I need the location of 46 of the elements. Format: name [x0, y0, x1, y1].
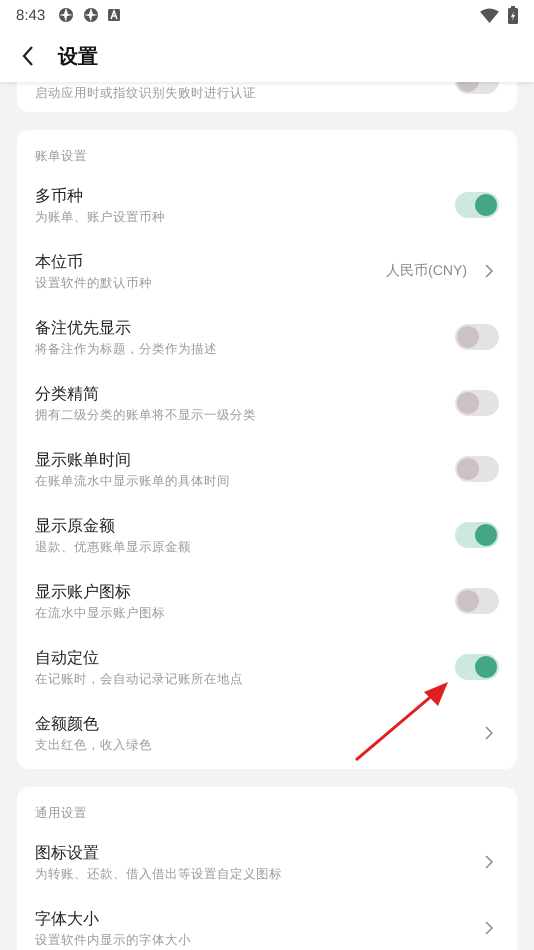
setting-title: 显示账单时间: [35, 449, 132, 471]
keyboard-notification-icon: [108, 9, 120, 21]
toggle-switch[interactable]: [455, 324, 499, 350]
setting-title: 自动定位: [35, 647, 100, 669]
chevron-right-icon: [485, 264, 493, 278]
toggle-switch[interactable]: [455, 456, 499, 482]
setting-title: 字体大小: [35, 908, 100, 930]
app-notification-icon: [83, 7, 100, 23]
chevron-right-icon: [485, 726, 493, 740]
status-time: 8:43: [16, 6, 46, 24]
setting-title: 多币种: [35, 185, 84, 207]
setting-description: 将备注作为标题，分类作为描述: [35, 340, 218, 358]
battery-charging-icon: [508, 6, 518, 24]
setting-title: 备注优先显示: [35, 317, 132, 339]
chevron-right-icon: [485, 921, 493, 935]
toggle-switch[interactable]: [455, 588, 499, 614]
section-label: 账单设置: [35, 147, 88, 165]
setting-description: 在流水中显示账户图标: [35, 604, 166, 622]
setting-description: 拥有二级分类的账单将不显示一级分类: [35, 406, 257, 424]
setting-description: 为转账、还款、借入借出等设置自定义图标: [35, 865, 283, 883]
back-icon[interactable]: [22, 46, 34, 66]
toggle-switch[interactable]: [455, 82, 499, 94]
toggle-switch[interactable]: [455, 522, 499, 548]
setting-description: 在账单流水中显示账单的具体时间: [35, 472, 231, 490]
setting-title: 本位币: [35, 251, 84, 273]
setting-description: 支出红色，收入绿色: [35, 736, 153, 754]
chevron-right-icon: [485, 855, 493, 869]
setting-description: 设置软件内显示的字体大小: [35, 931, 192, 949]
setting-title: 金额颜色: [35, 713, 100, 735]
setting-title: 分类精简: [35, 383, 100, 405]
setting-title: 显示账户图标: [35, 581, 132, 603]
setting-description: 设置软件的默认币种: [35, 274, 153, 292]
setting-value: 人民币(CNY): [386, 262, 467, 280]
app-notification-icon: [58, 7, 74, 23]
wifi-icon: [480, 8, 499, 22]
toggle-switch[interactable]: [455, 192, 499, 218]
setting-title: 图标设置: [35, 842, 100, 864]
toggle-switch[interactable]: [455, 654, 499, 680]
setting-description: 为账单、账户设置币种: [35, 208, 166, 226]
section-label: 通用设置: [35, 804, 88, 822]
setting-description: 退款、优惠账单显示原金额: [35, 538, 192, 556]
setting-description: 启动应用时或指纹识别失败时进行认证: [35, 84, 257, 102]
page-title: 设置: [58, 42, 98, 70]
toggle-switch[interactable]: [455, 390, 499, 416]
setting-title: 显示原金额: [35, 515, 116, 537]
setting-description: 在记账时，会自动记录记账所在地点: [35, 670, 244, 688]
